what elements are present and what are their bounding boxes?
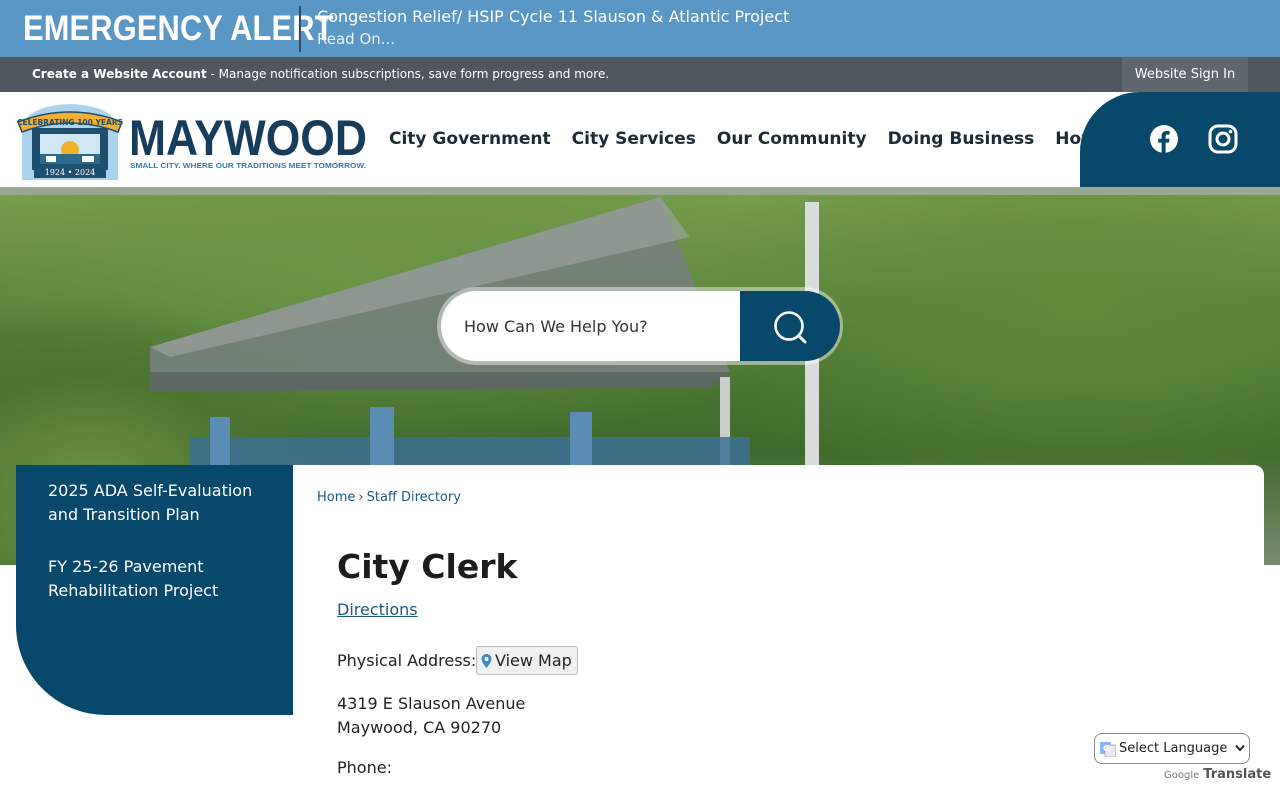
svg-text:CELEBRATING 100 YEARS: CELEBRATING 100 YEARS (17, 118, 123, 127)
alert-divider (299, 6, 301, 52)
phone-label: Phone: (337, 758, 392, 777)
emergency-alert-label: EMERGENCY ALERT (23, 9, 334, 48)
social-panel (1080, 92, 1280, 187)
search-box (437, 287, 843, 365)
page-title: City Clerk (337, 547, 518, 586)
view-map-label: View Map (495, 651, 572, 670)
powered-by-google: Google Translate (1164, 767, 1271, 782)
view-map-button[interactable]: View Map (476, 646, 578, 675)
svg-text:SMALL CITY. WHERE OUR TRADITIO: SMALL CITY. WHERE OUR TRADITIONS MEET TO… (130, 161, 366, 170)
nav-city-government[interactable]: City Government (389, 129, 551, 149)
svg-text:MAYWOOD: MAYWOOD (129, 110, 367, 166)
breadcrumb-separator: › (358, 490, 364, 505)
select-language-label: Select Language (1119, 741, 1228, 756)
breadcrumb-staff-directory[interactable]: Staff Directory (367, 490, 461, 505)
emergency-alert-bar: EMERGENCY ALERT Congestion Relief/ HSIP … (0, 0, 1280, 57)
search-button[interactable] (740, 291, 840, 361)
language-select[interactable]: G Select Language (1094, 733, 1250, 764)
search-icon (774, 311, 807, 344)
alert-read-on-link[interactable]: Read On... (317, 30, 395, 48)
account-bar: Create a Website Account - Manage notifi… (0, 57, 1280, 92)
sidebar-link-pavement-project[interactable]: FY 25-26 Pavement Rehabilitation Project (48, 555, 268, 603)
alert-headline-link[interactable]: Congestion Relief/ HSIP Cycle 11 Slauson… (317, 7, 789, 26)
create-account-link[interactable]: Create a Website Account (32, 67, 207, 81)
svg-text:G: G (1103, 744, 1110, 753)
maywood-logo[interactable]: CELEBRATING 100 YEARS 1924 • 2024 MAYWOO… (16, 98, 368, 180)
hero-top-strip (0, 187, 1280, 195)
google-translate-icon: G (1100, 742, 1116, 757)
website-sign-in-button[interactable]: Website Sign In (1122, 57, 1248, 92)
address-line-1: 4319 E Slauson Avenue (337, 694, 526, 713)
breadcrumb: Home › Staff Directory (317, 490, 461, 505)
map-pin-icon (481, 654, 492, 668)
sidebar-link-ada-plan[interactable]: 2025 ADA Self-Evaluation and Transition … (48, 479, 268, 527)
nav-city-services[interactable]: City Services (572, 129, 696, 149)
svg-text:1924 • 2024: 1924 • 2024 (45, 168, 96, 177)
physical-address-label: Physical Address: (337, 651, 477, 670)
instagram-icon[interactable] (1208, 124, 1238, 154)
account-description: - Manage notification subscriptions, sav… (206, 67, 610, 81)
facebook-icon[interactable] (1149, 124, 1179, 154)
breadcrumb-home[interactable]: Home (317, 490, 355, 505)
translate-link[interactable]: Translate (1203, 767, 1271, 782)
chevron-down-icon (1235, 744, 1245, 752)
nav-doing-business[interactable]: Doing Business (888, 129, 1035, 149)
main-navigation: City Government City Services Our Commun… (389, 129, 1181, 149)
site-header: CELEBRATING 100 YEARS 1924 • 2024 MAYWOO… (0, 92, 1280, 187)
site-search-input[interactable] (441, 291, 781, 361)
nav-our-community[interactable]: Our Community (717, 129, 867, 149)
sidebar: 2025 ADA Self-Evaluation and Transition … (16, 465, 293, 715)
directions-link[interactable]: Directions (337, 600, 418, 619)
google-label: Google (1164, 770, 1200, 781)
account-message: Create a Website Account - Manage notifi… (32, 67, 609, 81)
address-line-2: Maywood, CA 90270 (337, 718, 502, 737)
